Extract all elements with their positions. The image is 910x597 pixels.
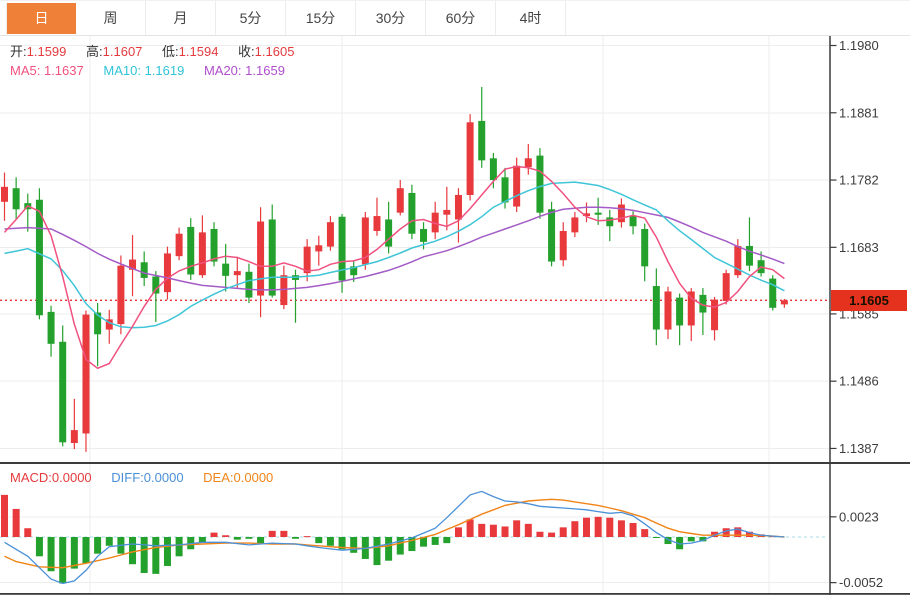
macd-label: MACD: <box>10 470 52 485</box>
dea-label: DEA: <box>203 470 233 485</box>
high-value: 1.1607 <box>103 44 143 59</box>
ma20-value: 1.1659 <box>245 63 285 78</box>
ma20-label: MA20: <box>204 63 242 78</box>
candlestick-chart[interactable]: 1.19801.18811.17821.16831.15851.14861.13… <box>0 36 910 597</box>
svg-text:1.1387: 1.1387 <box>839 441 879 456</box>
svg-text:1.1980: 1.1980 <box>839 38 879 53</box>
close-label: 收: <box>238 44 255 59</box>
svg-text:1.1486: 1.1486 <box>839 374 879 389</box>
ma10-readout: MA10: 1.1619 <box>103 63 184 78</box>
tab-day[interactable]: 日 <box>6 3 76 34</box>
diff-value: 0.0000 <box>144 470 184 485</box>
ma20-readout: MA20: 1.1659 <box>204 63 285 78</box>
close-readout: 收:1.1605 <box>238 44 294 59</box>
open-value: 1.1599 <box>27 44 67 59</box>
high-label: 高: <box>86 44 103 59</box>
ma-readout: MA5: 1.1637 MA10: 1.1619 MA20: 1.1659 <box>10 63 301 78</box>
tab-4hour[interactable]: 4时 <box>496 1 566 35</box>
macd-value-readout: MACD:0.0000 <box>10 470 92 485</box>
ma5-readout: MA5: 1.1637 <box>10 63 84 78</box>
ma5-label: MA5: <box>10 63 40 78</box>
dea-value: 0.0000 <box>234 470 274 485</box>
diff-label: DIFF: <box>111 470 144 485</box>
svg-text:0.0023: 0.0023 <box>839 509 879 524</box>
svg-text:1.1881: 1.1881 <box>839 105 879 120</box>
price-axis: 1.19801.18811.17821.16831.15851.14861.13… <box>830 38 883 590</box>
macd-readout: MACD:0.0000 DIFF:0.0000 DEA:0.0000 <box>10 470 289 485</box>
dea-line <box>5 499 785 567</box>
tab-15min[interactable]: 15分 <box>286 1 356 35</box>
tab-5min[interactable]: 5分 <box>216 1 286 35</box>
diff-value-readout: DIFF:0.0000 <box>111 470 183 485</box>
ma10-label: MA10: <box>103 63 141 78</box>
candles-layer <box>1 87 788 452</box>
high-readout: 高:1.1607 <box>86 44 142 59</box>
tab-60min[interactable]: 60分 <box>426 1 496 35</box>
timeframe-tabbar: 日周月5分15分30分60分4时 <box>0 0 910 36</box>
macd-value: 0.0000 <box>52 470 92 485</box>
bottom-border <box>0 593 910 595</box>
low-readout: 低:1.1594 <box>162 44 218 59</box>
dea-value-readout: DEA:0.0000 <box>203 470 273 485</box>
trading-chart-page: 日周月5分15分30分60分4时 1.1980 1.1881 1.1782 1.168… <box>0 0 910 597</box>
low-value: 1.1594 <box>179 44 219 59</box>
close-value: 1.1605 <box>255 44 295 59</box>
svg-text:-0.0052: -0.0052 <box>839 575 883 590</box>
low-label: 低: <box>162 44 179 59</box>
ohlc-readout: 开:1.1599 高:1.1607 低:1.1594 收:1.1605 <box>10 41 310 60</box>
panel-divider <box>0 462 910 464</box>
tab-month[interactable]: 月 <box>146 1 216 35</box>
ma10-value: 1.1619 <box>145 63 185 78</box>
tab-30min[interactable]: 30分 <box>356 1 426 35</box>
current-price-label: 1.1605 <box>831 290 907 311</box>
open-label: 开: <box>10 44 27 59</box>
macd-histogram <box>1 495 776 584</box>
ma5-value: 1.1637 <box>44 63 84 78</box>
open-readout: 开:1.1599 <box>10 44 66 59</box>
grid-layer <box>0 36 830 593</box>
svg-text:1.1683: 1.1683 <box>839 240 879 255</box>
svg-text:1.1782: 1.1782 <box>839 173 879 188</box>
tab-week[interactable]: 周 <box>76 1 146 35</box>
